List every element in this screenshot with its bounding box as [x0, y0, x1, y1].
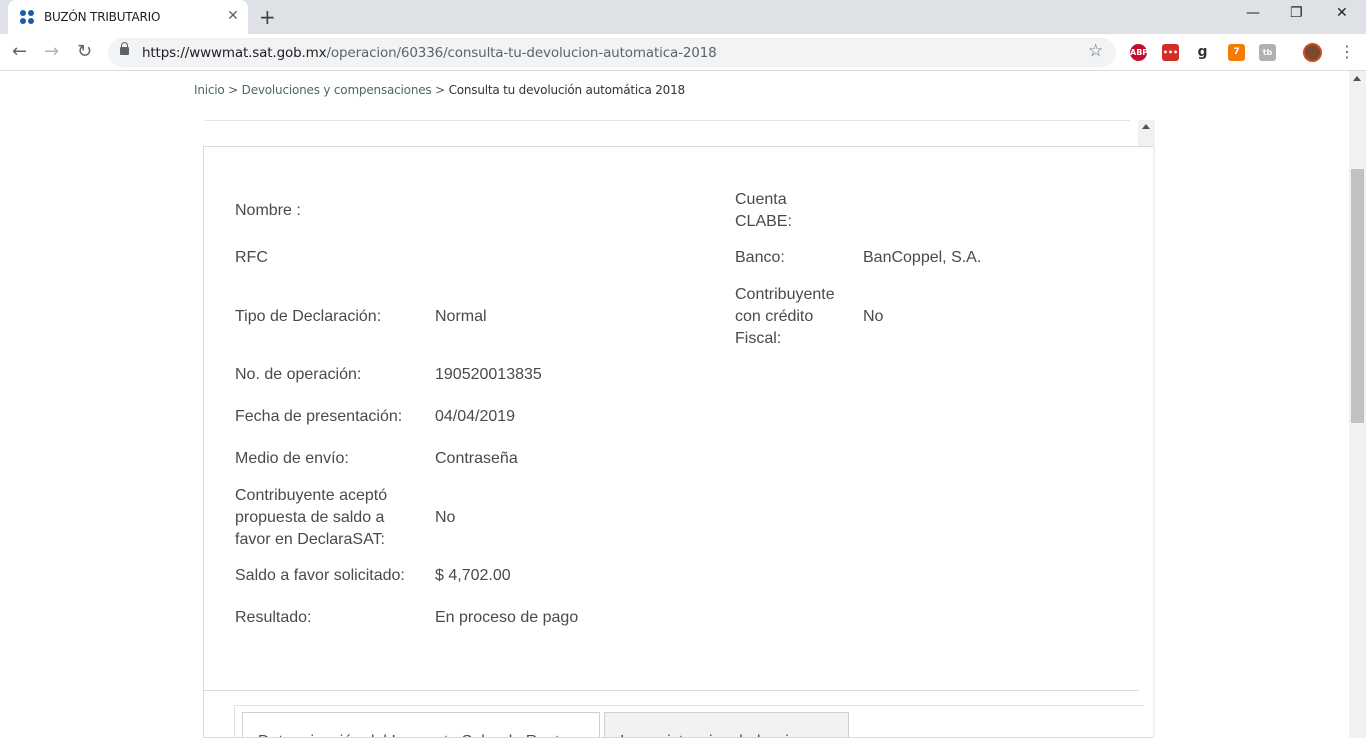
label-credito-fiscal: Contribuyente con crédito Fiscal:: [735, 286, 835, 347]
browser-tab[interactable]: BUZÓN TRIBUTARIO ✕: [8, 0, 248, 34]
divider: [205, 120, 1130, 121]
breadcrumb: Inicio > Devoluciones y compensaciones >…: [194, 83, 685, 97]
minimize-icon[interactable]: —: [1246, 5, 1260, 21]
value-acepto-propuesta: No: [435, 509, 456, 526]
back-icon[interactable]: ←: [12, 41, 27, 62]
lastpass-icon[interactable]: •••: [1162, 44, 1179, 61]
breadcrumb-section-link[interactable]: Devoluciones y compensaciones: [242, 83, 432, 97]
value-saldo-favor: $ 4,702.00: [435, 567, 511, 584]
panel-scroll-up-arrow-icon[interactable]: [1142, 124, 1150, 129]
browser-toolbar: ← → ↻ https://wwwmat.sat.gob.mx/operacio…: [0, 34, 1366, 71]
page-scrollbar[interactable]: [1349, 71, 1366, 738]
breadcrumb-home-link[interactable]: Inicio: [194, 83, 225, 97]
browser-tab-strip: BUZÓN TRIBUTARIO ✕ + — ❐ ✕: [0, 0, 1366, 34]
section-divider: [204, 690, 1139, 691]
bookmark-star-icon[interactable]: ☆: [1088, 41, 1103, 61]
label-medio-envio: Medio de envío:: [235, 450, 349, 467]
close-window-icon[interactable]: ✕: [1336, 5, 1348, 21]
label-banco: Banco:: [735, 249, 785, 266]
profile-avatar[interactable]: [1303, 43, 1322, 62]
value-tipo-declaracion: Normal: [435, 308, 487, 325]
value-fecha-presentacion: 04/04/2019: [435, 408, 516, 425]
label-fecha-presentacion: Fecha de presentación:: [235, 408, 403, 425]
label-resultado: Resultado:: [235, 609, 312, 626]
rss-icon[interactable]: 7: [1228, 44, 1245, 61]
tb-icon[interactable]: tb: [1259, 44, 1276, 61]
value-resultado: En proceso de pago: [435, 609, 579, 626]
restore-icon[interactable]: ❐: [1290, 5, 1303, 21]
label-tipo-declaracion: Tipo de Declaración:: [235, 308, 382, 325]
sat-favicon-icon: [20, 10, 34, 24]
label-rfc: RFC: [235, 249, 268, 266]
value-no-operacion: 190520013835: [435, 366, 542, 383]
label-nombre: Nombre :: [235, 202, 301, 219]
tab-title: BUZÓN TRIBUTARIO: [44, 10, 161, 24]
label-no-operacion: No. de operación:: [235, 366, 362, 383]
refund-details-panel: Nombre : RFC Tipo de Declaración: Normal…: [203, 146, 1153, 738]
scroll-up-arrow-icon[interactable]: [1353, 76, 1361, 81]
label-acepto-propuesta: Contribuyente aceptó propuesta de saldo …: [235, 487, 388, 548]
url-text[interactable]: https://wwwmat.sat.gob.mx/operacion/6033…: [142, 45, 717, 61]
new-tab-icon[interactable]: +: [259, 5, 276, 29]
forward-icon[interactable]: →: [44, 41, 59, 62]
value-credito-fiscal: No: [863, 308, 884, 325]
reload-icon[interactable]: ↻: [77, 41, 92, 62]
lock-icon: [120, 42, 129, 55]
tab-inconsistencias-deducciones[interactable]: Inconsistencias deducciones: [604, 712, 849, 737]
close-tab-icon[interactable]: ✕: [225, 8, 241, 24]
page-scrollbar-thumb[interactable]: [1351, 169, 1364, 423]
grammarly-icon[interactable]: g: [1194, 44, 1211, 61]
breadcrumb-current: Consulta tu devolución automática 2018: [448, 83, 686, 97]
adblock-plus-icon[interactable]: ABP: [1130, 44, 1148, 61]
tab-determinacion-isr[interactable]: Determinación del Impuesto Sobre la Rent…: [242, 712, 600, 737]
value-medio-envio: Contraseña: [435, 450, 518, 467]
label-cuenta-clabe: Cuenta CLABE:: [735, 191, 792, 230]
value-banco: BanCoppel, S.A.: [863, 249, 982, 266]
label-saldo-favor: Saldo a favor solicitado:: [235, 567, 405, 584]
address-bar[interactable]: https://wwwmat.sat.gob.mx/operacion/6033…: [108, 38, 1116, 67]
browser-menu-icon[interactable]: ⋮: [1339, 42, 1355, 61]
